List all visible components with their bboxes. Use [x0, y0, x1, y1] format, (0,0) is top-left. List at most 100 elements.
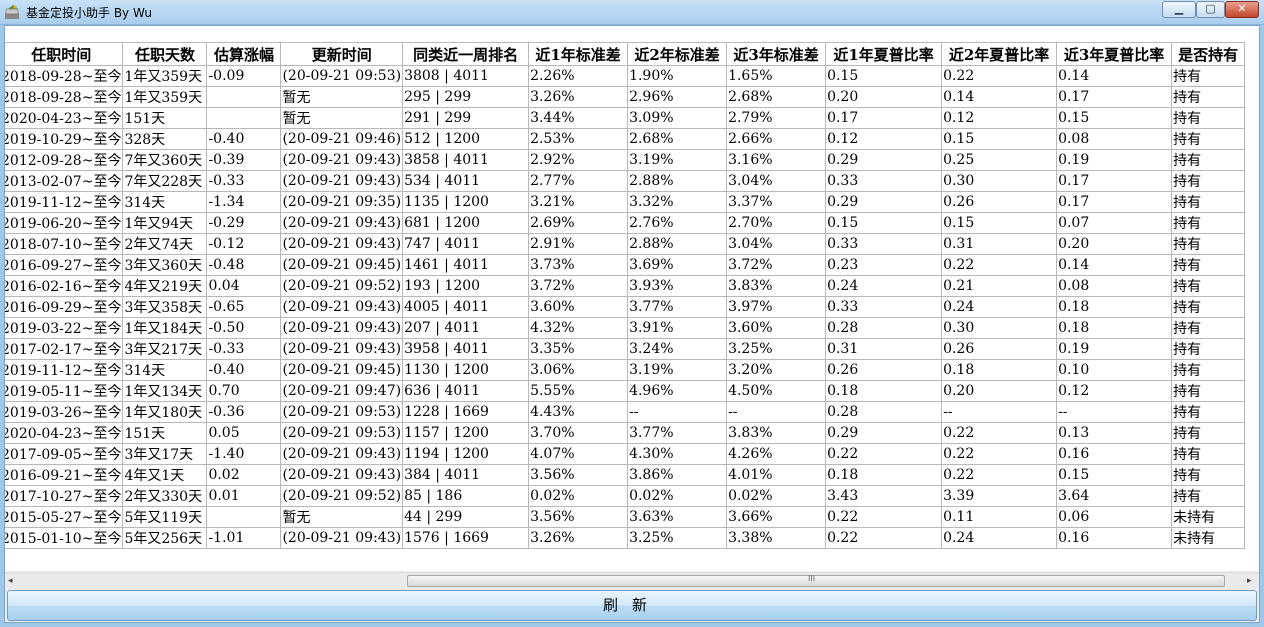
table-cell: 3.63% [627, 506, 728, 528]
table-cell: 0.17 [1056, 191, 1173, 213]
table-row[interactable]: 2015-05-27~至今 5年又119天 暂无 44 | 299 3.56% 3.63%… [5, 506, 1246, 528]
column-header[interactable]: 近3年夏普比率 [1056, 42, 1173, 66]
table-cell: 2016-02-16~至今 [5, 275, 124, 297]
column-header[interactable]: 近3年标准差 [726, 42, 827, 66]
table-row[interactable]: 2019-03-22~至今 1年又184天 -0.50 (20-09-21 09:43… [5, 317, 1246, 339]
table-cell: -- [726, 401, 827, 423]
horizontal-scrollbar[interactable]: ◂ III ▸ [5, 572, 1259, 590]
table-cell: 持有 [1171, 65, 1246, 87]
table-row[interactable]: 2019-10-29~至今 328天 -0.40 (20-09-21 09:46) 51… [5, 128, 1246, 150]
column-header[interactable]: 近2年标准差 [627, 42, 728, 66]
table-cell: 5.55% [528, 380, 629, 402]
table-row[interactable]: 2016-09-27~至今 3年又360天 -0.48 (20-09-21 09:45… [5, 254, 1246, 276]
column-header[interactable]: 近1年夏普比率 [825, 42, 943, 66]
minimize-button[interactable]: ▁ [1162, 1, 1196, 18]
table-row[interactable]: 2012-09-28~至今 7年又360天 -0.39 (20-09-21 09:43… [5, 149, 1246, 171]
column-header[interactable]: 任职时间 [5, 42, 124, 66]
table-row[interactable]: 2017-10-27~至今 2年又330天 0.01 (20-09-21 09:52)… [5, 485, 1246, 507]
table-cell: 0.06 [1056, 506, 1173, 528]
column-header[interactable]: 近1年标准差 [528, 42, 629, 66]
table-row[interactable]: 2019-03-26~至今 1年又180天 -0.36 (20-09-21 09:53… [5, 401, 1246, 423]
table-cell: 3.56% [528, 464, 629, 486]
table-row[interactable]: 2018-09-28~至今 1年又359天 -0.09 (20-09-21 09:53… [5, 65, 1246, 87]
scroll-thumb[interactable]: III [407, 574, 1225, 587]
table-cell: 3.43 [825, 485, 943, 507]
table-cell: 持有 [1171, 212, 1246, 234]
table-row[interactable]: 2016-09-29~至今 3年又358天 -0.65 (20-09-21 09:43… [5, 296, 1246, 318]
table-cell: 3.83% [726, 422, 827, 444]
table-cell: 295 | 299 [402, 86, 530, 108]
table-row[interactable]: 2015-01-10~至今 5年又256天 -1.01 (20-09-21 09:43… [5, 527, 1246, 549]
fund-grid[interactable]: 任职时间 任职天数 估算涨幅 更新时间 同类近一周排名 近1年标准差 近2年标准差 近3年标准… [5, 26, 1259, 571]
table-cell: 持有 [1171, 401, 1246, 423]
table-cell: 0.20 [825, 86, 943, 108]
table-header: 任职时间 任职天数 估算涨幅 更新时间 同类近一周排名 近1年标准差 近2年标准差 近3年标准… [5, 42, 1246, 66]
table-cell: 持有 [1171, 86, 1246, 108]
table-cell: 3.26% [528, 86, 629, 108]
table-cell: 2年又330天 [122, 485, 208, 507]
scroll-left-arrow-icon[interactable]: ◂ [8, 576, 13, 586]
table-cell: 3.70% [528, 422, 629, 444]
maximize-button[interactable]: ▢ [1196, 1, 1225, 18]
table-cell: 2.68% [726, 86, 827, 108]
table-cell: (20-09-21 09:43) [280, 149, 404, 171]
table-cell: 3.19% [627, 359, 728, 381]
table-cell: 207 | 4011 [402, 317, 530, 339]
table-row[interactable]: 2017-02-17~至今 3年又217天 -0.33 (20-09-21 09:43… [5, 338, 1246, 360]
table-cell: 0.22 [825, 443, 943, 465]
table-cell: 2017-02-17~至今 [5, 338, 124, 360]
table-cell: 1157 | 1200 [402, 422, 530, 444]
title-bar: 基金定投小助手 By Wu ▁ ▢ ✕ [0, 0, 1264, 25]
table-cell: 持有 [1171, 191, 1246, 213]
table-cell: 3.25% [627, 527, 728, 549]
table-cell: 0.12 [825, 128, 943, 150]
table-cell: 2.69% [528, 212, 629, 234]
table-cell: -0.36 [206, 401, 282, 423]
table-row[interactable]: 2019-11-12~至今 314天 -0.40 (20-09-21 09:45) 11… [5, 359, 1246, 381]
table-cell: 747 | 4011 [402, 233, 530, 255]
table-cell: 0.17 [1056, 86, 1173, 108]
table-row[interactable]: 2019-05-11~至今 1年又134天 0.70 (20-09-21 09:47)… [5, 380, 1246, 402]
column-header[interactable]: 估算涨幅 [206, 42, 282, 66]
table-cell: 5年又256天 [122, 527, 208, 549]
table-cell: 314天 [122, 359, 208, 381]
table-cell: (20-09-21 09:43) [280, 338, 404, 360]
table-cell: 0.24 [941, 527, 1058, 549]
table-cell: 2013-02-07~至今 [5, 170, 124, 192]
table-cell: 151天 [122, 107, 208, 129]
table-cell: 1年又134天 [122, 380, 208, 402]
table-cell: 2020-04-23~至今 [5, 422, 124, 444]
column-header[interactable]: 任职天数 [122, 42, 208, 66]
column-header[interactable]: 是否持有 [1171, 42, 1246, 66]
table-cell: 0.22 [941, 464, 1058, 486]
table-row[interactable]: 2020-04-23~至今 151天 暂无 291 | 299 3.44% 3.09% 2.… [5, 107, 1246, 129]
table-cell: 2019-03-26~至今 [5, 401, 124, 423]
table-cell: 636 | 4011 [402, 380, 530, 402]
refresh-button[interactable]: 刷新 [7, 590, 1257, 621]
scroll-right-arrow-icon[interactable]: ▸ [1247, 576, 1252, 586]
table-row[interactable]: 2016-09-21~至今 4年又1天 0.02 (20-09-21 09:43) 38… [5, 464, 1246, 486]
table-row[interactable]: 2017-09-05~至今 3年又17天 -1.40 (20-09-21 09:43)… [5, 443, 1246, 465]
table-cell: 2019-06-20~至今 [5, 212, 124, 234]
column-header[interactable]: 更新时间 [280, 42, 404, 66]
table-cell: 3.44% [528, 107, 629, 129]
table-row[interactable]: 2018-09-28~至今 1年又359天 暂无 295 | 299 3.26% 2.96… [5, 86, 1246, 108]
table-row[interactable]: 2020-04-23~至今 151天 0.05 (20-09-21 09:53) 115… [5, 422, 1246, 444]
table-cell: 0.05 [206, 422, 282, 444]
close-button[interactable]: ✕ [1225, 1, 1259, 18]
table-cell: 0.18 [1056, 317, 1173, 339]
table-cell: 2019-05-11~至今 [5, 380, 124, 402]
table-cell: 3.26% [528, 527, 629, 549]
table-row[interactable]: 2016-02-16~至今 4年又219天 0.04 (20-09-21 09:52)… [5, 275, 1246, 297]
table-row[interactable]: 2018-07-10~至今 2年又74天 -0.12 (20-09-21 09:43)… [5, 233, 1246, 255]
column-header[interactable]: 同类近一周排名 [402, 42, 530, 66]
table-cell: 0.14 [1056, 254, 1173, 276]
column-header[interactable]: 近2年夏普比率 [941, 42, 1058, 66]
table-cell [206, 506, 282, 528]
table-cell: 持有 [1171, 233, 1246, 255]
table-cell: 2015-05-27~至今 [5, 506, 124, 528]
table-row[interactable]: 2019-11-12~至今 314天 -1.34 (20-09-21 09:35) 11… [5, 191, 1246, 213]
table-row[interactable]: 2019-06-20~至今 1年又94天 -0.29 (20-09-21 09:43)… [5, 212, 1246, 234]
table-row[interactable]: 2013-02-07~至今 7年又228天 -0.33 (20-09-21 09:43… [5, 170, 1246, 192]
table-cell: -0.40 [206, 128, 282, 150]
